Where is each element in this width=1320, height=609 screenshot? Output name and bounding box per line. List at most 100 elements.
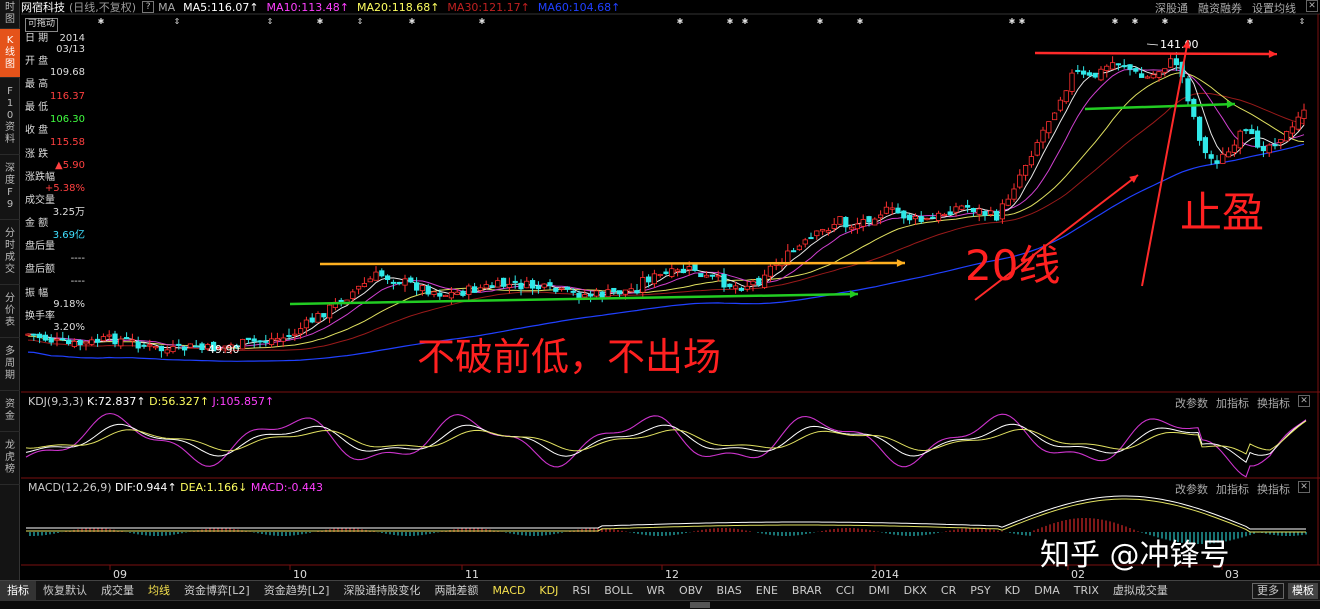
event-marker-11: ✱: [857, 17, 864, 26]
candle-body-74: [454, 291, 460, 295]
candle-body-170: [1011, 188, 1017, 200]
macd-add-button[interactable]: 加指标: [1216, 481, 1249, 497]
candle-body-118: [709, 274, 716, 277]
candle-body-155: [924, 218, 930, 221]
candle-body-73: [448, 291, 455, 299]
indicator-tab-24[interactable]: TRIX: [1067, 581, 1106, 601]
indicator-tab-16[interactable]: BRAR: [785, 581, 829, 601]
indicator-tab-21[interactable]: PSY: [963, 581, 997, 601]
candle-body-50: [315, 313, 321, 323]
event-marker-2: ⇕: [267, 17, 274, 26]
macd-close-icon[interactable]: ✕: [1298, 481, 1310, 493]
x-axis-label-1: 10: [293, 568, 307, 580]
kdj-j: J:105.857: [212, 395, 265, 408]
candle-body-161: [959, 205, 965, 210]
macd-header: MACD(12,26,9) DIF:0.944↑ DEA:1.166↓ MACD…: [28, 481, 323, 494]
candle-body-144: [860, 219, 866, 227]
indicator-tab-14[interactable]: BIAS: [709, 581, 748, 601]
macd-param-button[interactable]: 改参数: [1175, 481, 1208, 497]
indicator-tab-4[interactable]: 资金博弈[L2]: [177, 581, 257, 601]
indicator-tab-22[interactable]: KD: [998, 581, 1028, 601]
candle-body-191: [1133, 68, 1139, 72]
candle-body-188: [1115, 63, 1121, 66]
candle-body-162: [965, 205, 971, 208]
candle-body-192: [1139, 73, 1145, 78]
indicator-tab-15[interactable]: ENE: [749, 581, 785, 601]
candle-body-65: [402, 278, 408, 286]
indicator-tab-10[interactable]: RSI: [565, 581, 597, 601]
candle-body-163: [970, 207, 977, 213]
candle-body-9: [77, 339, 83, 346]
indicator-tab-5[interactable]: 资金趋势[L2]: [257, 581, 337, 601]
candle-body-164: [976, 208, 982, 215]
candle-body-158: [941, 213, 948, 216]
indicator-tab-11[interactable]: BOLL: [597, 581, 639, 601]
indicator-tab-3[interactable]: 均线: [141, 581, 177, 601]
candle-body-116: [698, 273, 704, 278]
candle-body-169: [1005, 198, 1011, 206]
candle-body-85: [518, 282, 524, 290]
event-marker-9: ✱: [742, 17, 749, 26]
macd-switch-button[interactable]: 换指标: [1257, 481, 1290, 497]
candle-body-97: [588, 293, 594, 297]
candle-body-105: [634, 290, 640, 294]
macd-dea: DEA:1.166: [180, 481, 239, 494]
candle-body-166: [988, 210, 994, 215]
indicator-tab-8[interactable]: MACD: [485, 581, 532, 601]
indicator-tab-17[interactable]: CCI: [829, 581, 862, 601]
candle-body-89: [541, 283, 547, 288]
indicator-tab-1[interactable]: 恢复默认: [36, 581, 94, 601]
more-button[interactable]: 更多: [1252, 582, 1284, 599]
indicator-tab-18[interactable]: DMI: [861, 581, 896, 601]
candle-body-113: [680, 268, 687, 274]
scrollbar-thumb[interactable]: [690, 602, 710, 608]
indicator-tab-9[interactable]: KDJ: [532, 581, 565, 601]
indicator-tab-20[interactable]: CR: [934, 581, 963, 601]
candle-body-71: [437, 292, 443, 297]
candle-body-119: [715, 275, 721, 278]
candle-body-152: [907, 214, 913, 221]
kdj-add-button[interactable]: 加指标: [1216, 395, 1249, 411]
candle-body-67: [413, 282, 420, 291]
macd-buttons: 改参数 加指标 换指标 ✕: [1175, 481, 1310, 497]
indicator-tab-12[interactable]: WR: [640, 581, 673, 601]
candle-body-17: [124, 337, 130, 340]
candle-body-75: [460, 290, 466, 296]
candle-body-107: [646, 276, 652, 283]
candle-body-154: [918, 216, 924, 222]
indicator-tab-25[interactable]: 虚拟成交量: [1106, 581, 1175, 601]
candle-body-215: [1272, 144, 1278, 147]
candle-body-218: [1289, 126, 1295, 134]
candle-body-150: [895, 207, 901, 214]
indicator-tab-7[interactable]: 两融差额: [427, 581, 485, 601]
indicator-tab-2[interactable]: 成交量: [94, 581, 141, 601]
indicator-tab-6[interactable]: 深股通持股变化: [336, 581, 427, 601]
candle-body-151: [901, 210, 907, 219]
candle-body-186: [1104, 65, 1110, 71]
indicator-tab-23[interactable]: DMA: [1027, 581, 1067, 601]
candle-body-124: [744, 285, 750, 290]
kdj-switch-button[interactable]: 换指标: [1257, 395, 1290, 411]
candle-body-141: [843, 217, 849, 228]
candle-body-110: [663, 271, 669, 275]
kdj-close-icon[interactable]: ✕: [1298, 395, 1310, 407]
indicator-tab-13[interactable]: OBV: [672, 581, 709, 601]
candle-body-171: [1017, 174, 1023, 188]
horizontal-scrollbar[interactable]: [0, 600, 1320, 609]
candle-body-114: [686, 266, 692, 271]
candle-body-104: [628, 288, 634, 292]
event-marker-8: ✱: [727, 17, 734, 26]
candle-body-4: [48, 337, 54, 343]
candle-body-13: [100, 336, 106, 342]
kdj-param-button[interactable]: 改参数: [1175, 395, 1208, 411]
candle-body-176: [1046, 121, 1052, 134]
indicator-tab-19[interactable]: DKX: [897, 581, 934, 601]
candle-body-160: [953, 206, 959, 213]
candle-body-109: [657, 274, 663, 277]
candle-body-181: [1075, 69, 1081, 72]
template-button[interactable]: 模板: [1288, 582, 1318, 599]
candle-body-146: [872, 218, 878, 226]
indicator-tab-0[interactable]: 指标: [0, 580, 36, 601]
kdj-buttons: 改参数 加指标 换指标 ✕: [1175, 395, 1310, 411]
candle-body-148: [883, 206, 890, 214]
